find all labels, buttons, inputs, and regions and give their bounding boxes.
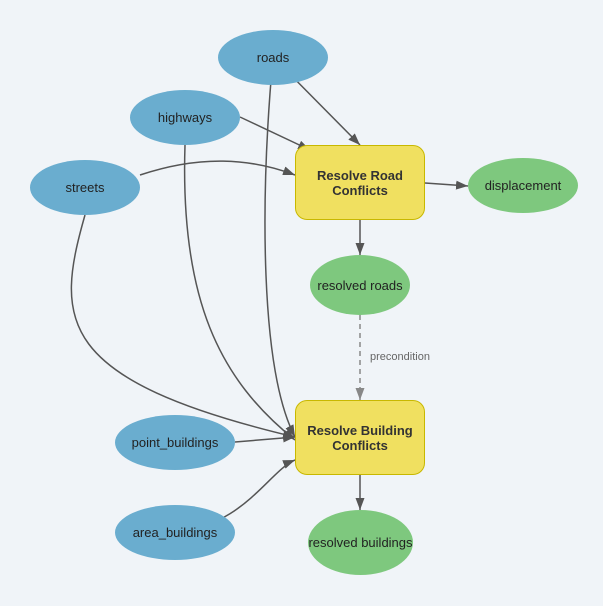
highways-node: highways	[130, 90, 240, 145]
resolve-building-node: Resolve Building Conflicts	[295, 400, 425, 475]
arrows-svg: precondition	[0, 0, 603, 606]
area-buildings-node: area_buildings	[115, 505, 235, 560]
svg-text:precondition: precondition	[370, 351, 430, 363]
resolved-roads-node: resolved roads	[310, 255, 410, 315]
diagram-container: precondition roads highways streets Reso…	[0, 0, 603, 606]
resolved-buildings-node: resolved buildings	[308, 510, 413, 575]
roads-node: roads	[218, 30, 328, 85]
point-buildings-node: point_buildings	[115, 415, 235, 470]
displacement-node: displacement	[468, 158, 578, 213]
resolve-road-node: Resolve Road Conflicts	[295, 145, 425, 220]
streets-node: streets	[30, 160, 140, 215]
